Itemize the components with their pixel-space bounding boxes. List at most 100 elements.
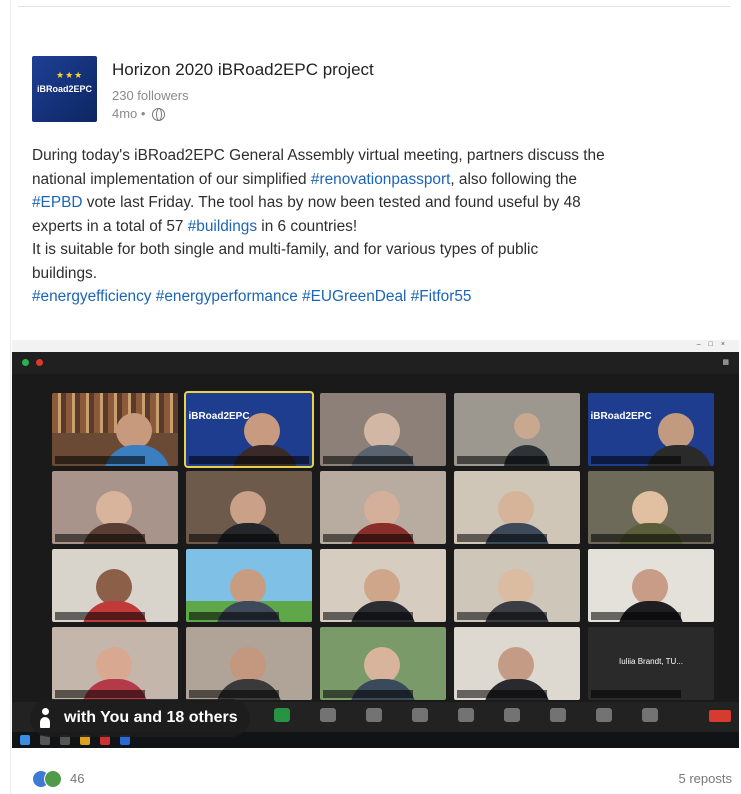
- participant-name: [55, 690, 145, 698]
- participant-face: [498, 569, 534, 605]
- reactions-icon: [458, 708, 474, 722]
- participant-name: [457, 534, 547, 542]
- repost-count[interactable]: 5 reposts: [679, 771, 732, 786]
- companion-icon: [366, 708, 382, 722]
- author-name[interactable]: Horizon 2020 iBRoad2EPC project: [112, 60, 374, 80]
- participant-tile: iBRoad2EPC: [588, 393, 714, 466]
- view-icon: ▦: [722, 359, 729, 366]
- participant-name: [591, 612, 681, 620]
- participant-face: [498, 491, 534, 527]
- summary-icon: [320, 708, 336, 722]
- participant-tile: [320, 393, 446, 466]
- post-line: buildings.: [32, 262, 722, 286]
- participant-name: [55, 456, 145, 464]
- participant-name: [323, 612, 413, 620]
- post-line: It is suitable for both single and multi…: [32, 238, 722, 262]
- post-footer: 46 5 reposts: [32, 768, 732, 792]
- video-grid: iBRoad2EPC iBRoad2EPC Iuliia Brandt, TU.…: [52, 391, 714, 700]
- hashtag-link[interactable]: #EPBD: [32, 194, 82, 211]
- post-body: During today's iBRoad2EPC General Assemb…: [32, 144, 722, 309]
- post-header: ★★★ iBRoad2EPC Horizon 2020 iBRoad2EPC p…: [32, 52, 712, 128]
- participant-tile: [320, 471, 446, 544]
- meeting-screenshot[interactable]: –□× ▦ iBRoad2EPC iBRoad2EPC Iuliia Brand…: [12, 340, 739, 748]
- company-logo[interactable]: ★★★ iBRoad2EPC: [32, 56, 97, 122]
- participant-face: [514, 413, 540, 439]
- more-icon: [642, 708, 658, 722]
- post-text-segment: During today's iBRoad2EPC General Assemb…: [32, 147, 605, 164]
- participant-name: [591, 456, 681, 464]
- participant-name: [55, 612, 145, 620]
- participant-tile: [454, 549, 580, 622]
- follower-count: 230 followers: [112, 88, 189, 103]
- reaction-count[interactable]: 46: [70, 771, 84, 786]
- participant-name: [323, 534, 413, 542]
- participant-name: [591, 534, 711, 542]
- post-age: 4mo •: [112, 106, 146, 121]
- participant-face: [244, 413, 280, 449]
- participant-face: [658, 413, 694, 449]
- participant-tile: [454, 471, 580, 544]
- participant-tile: [588, 471, 714, 544]
- meeting-topbar: ▦: [12, 352, 739, 374]
- participant-face: [364, 491, 400, 527]
- post-line: During today's iBRoad2EPC General Assemb…: [32, 144, 722, 168]
- participant-tile: [52, 393, 178, 466]
- post-text-segment: It is suitable for both single and multi…: [32, 241, 539, 258]
- participant-face: [364, 647, 400, 683]
- participant-tile-no-video: Iuliia Brandt, TU...: [588, 627, 714, 700]
- participant-name: [55, 534, 145, 542]
- bookshelf-background: [52, 393, 178, 433]
- apps-icon: [504, 708, 520, 722]
- participant-name: [189, 690, 279, 698]
- tagged-people-chip[interactable]: with You and 18 others: [30, 699, 250, 737]
- share-screen-icon: [274, 708, 290, 722]
- participant-tile: [52, 471, 178, 544]
- reaction-icons[interactable]: [32, 770, 66, 788]
- participant-tile: [52, 627, 178, 700]
- participant-tile: [320, 627, 446, 700]
- participant-tile: [588, 549, 714, 622]
- participant-tile: [320, 549, 446, 622]
- participant-face: [96, 569, 132, 605]
- recording-icon: [36, 359, 43, 366]
- participant-face: [364, 569, 400, 605]
- post-text-segment: , also following the: [450, 170, 577, 188]
- participant-face: [230, 491, 266, 527]
- window-titlebar: –□×: [12, 340, 739, 352]
- participant-face: [96, 647, 132, 683]
- participant-tile: [186, 471, 312, 544]
- post-meta: 4mo •: [112, 106, 166, 121]
- post-text-segment: vote last Friday. The tool has by now be…: [82, 194, 581, 211]
- post-text-segment: buildings.: [32, 264, 98, 282]
- post-text-segment: national implementation of our simplifie…: [32, 170, 311, 188]
- post-line: #EPBD vote last Friday. The tool has by …: [32, 191, 722, 215]
- post-text-segment: experts in a total of 57: [32, 217, 188, 235]
- post-line: national implementation of our simplifie…: [32, 168, 722, 192]
- participant-tile: [186, 627, 312, 700]
- participant-face: [498, 647, 534, 683]
- start-icon: [20, 735, 30, 745]
- leave-button: [709, 710, 731, 722]
- participant-tile: [454, 393, 580, 466]
- hashtag-link[interactable]: #buildings: [188, 218, 257, 235]
- eu-stars-icon: ★★★: [56, 70, 84, 80]
- participant-tile: [186, 549, 312, 622]
- participant-face: [230, 569, 266, 605]
- whiteboard-icon: [550, 708, 566, 722]
- hashtag-link[interactable]: #renovationpassport: [311, 171, 450, 188]
- participant-face: [96, 491, 132, 527]
- participant-tile: [52, 549, 178, 622]
- notes-icon: [596, 708, 612, 722]
- person-icon: [38, 708, 52, 728]
- participant-tile-active: iBRoad2EPC: [184, 391, 314, 468]
- participant-face: [632, 491, 668, 527]
- hashtag-list[interactable]: #energyefficiency #energyperformance #EU…: [32, 285, 722, 309]
- participant-face: [116, 413, 152, 449]
- record-icon: [412, 708, 428, 722]
- divider: [18, 6, 730, 7]
- participant-face: [364, 413, 400, 449]
- participant-name: [323, 690, 413, 698]
- globe-icon: [152, 108, 166, 121]
- participant-name: [457, 690, 547, 698]
- participant-name: [457, 456, 547, 464]
